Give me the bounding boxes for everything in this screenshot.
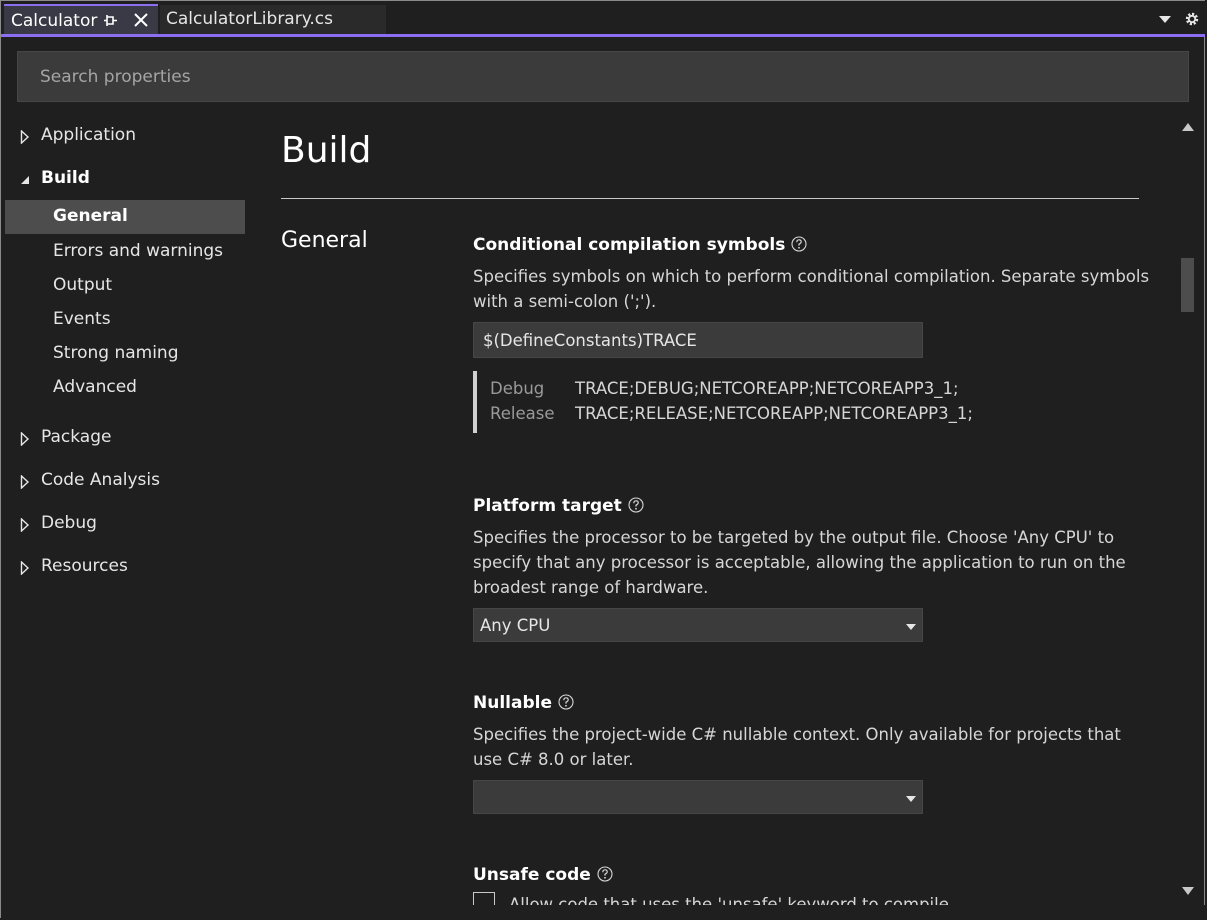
tab-label: CalculatorLibrary.cs xyxy=(166,9,333,29)
dropdown-value: Any CPU xyxy=(480,616,551,635)
help-icon[interactable] xyxy=(597,866,613,882)
sidebar-item-label: Build xyxy=(41,168,90,188)
sidebar-item-label: General xyxy=(53,206,128,226)
sidebar-item-application[interactable]: Application xyxy=(0,119,245,153)
scrollbar-thumb[interactable] xyxy=(1181,258,1194,312)
property-title-text: Unsafe code xyxy=(473,865,591,885)
sidebar-item-events[interactable]: Events xyxy=(5,303,245,337)
conditional-symbols-description: Specifies symbols on which to perform co… xyxy=(473,267,1150,311)
search-box[interactable] xyxy=(17,51,1189,102)
platform-target-dropdown[interactable]: Any CPU xyxy=(473,608,923,642)
sidebar-item-errors-and-warnings[interactable]: Errors and warnings xyxy=(5,235,245,269)
close-icon[interactable] xyxy=(132,11,150,29)
collapse-arrow-icon[interactable] xyxy=(20,173,30,187)
sidebar-item-label: Debug xyxy=(41,513,97,533)
page-title: Build xyxy=(281,130,372,171)
nullable-description: Specifies the project-wide C# nullable c… xyxy=(473,725,1121,769)
help-icon[interactable] xyxy=(558,694,574,710)
config-label-release: Release xyxy=(490,404,555,423)
help-icon[interactable] xyxy=(628,497,644,513)
evaluated-values: Debug TRACE;DEBUG;NETCOREAPP;NETCOREAPP3… xyxy=(473,371,1077,433)
sidebar-item-label: Package xyxy=(41,427,112,447)
scroll-up-arrow-icon[interactable] xyxy=(1181,122,1195,132)
sidebar-item-advanced[interactable]: Advanced xyxy=(5,371,245,405)
panel-bottom-edge xyxy=(1,905,1205,918)
section-label: General xyxy=(281,228,368,253)
sidebar-item-label: Application xyxy=(41,125,136,145)
config-label-debug: Debug xyxy=(490,379,545,398)
chevron-down-icon xyxy=(906,796,916,802)
sidebar-item-label: Events xyxy=(53,309,111,329)
sidebar-item-output[interactable]: Output xyxy=(5,269,245,303)
unsafe-code-title: Unsafe code xyxy=(473,865,613,885)
title-divider xyxy=(281,198,1139,199)
expand-arrow-icon[interactable] xyxy=(20,518,30,532)
sidebar-item-label: Code Analysis xyxy=(41,470,160,490)
property-title-text: Conditional compilation symbols xyxy=(473,235,786,255)
sidebar-item-package[interactable]: Package xyxy=(0,421,245,455)
sidebar-item-general[interactable]: General xyxy=(5,200,245,234)
nullable-title: Nullable xyxy=(473,693,574,713)
sidebar-item-label: Resources xyxy=(41,556,128,576)
sidebar-item-strong-naming[interactable]: Strong naming xyxy=(5,337,245,371)
tab-calculator[interactable]: Calculator xyxy=(4,4,158,35)
expand-arrow-icon[interactable] xyxy=(20,130,30,144)
config-value-debug: TRACE;DEBUG;NETCOREAPP;NETCOREAPP3_1; xyxy=(575,379,959,398)
conditional-symbols-title: Conditional compilation symbols xyxy=(473,235,807,255)
input-value: $(DefineConstants)TRACE xyxy=(483,331,697,350)
sidebar-item-label: Errors and warnings xyxy=(53,241,224,261)
config-value-release: TRACE;RELEASE;NETCOREAPP;NETCOREAPP3_1; xyxy=(575,404,973,423)
sidebar-item-code-analysis[interactable]: Code Analysis xyxy=(0,464,245,498)
search-input[interactable] xyxy=(18,52,1188,101)
gear-icon[interactable] xyxy=(1183,10,1201,28)
sidebar-item-resources[interactable]: Resources xyxy=(0,550,245,584)
conditional-symbols-input[interactable]: $(DefineConstants)TRACE xyxy=(473,322,923,358)
sidebar-item-debug[interactable]: Debug xyxy=(0,507,245,541)
expand-arrow-icon[interactable] xyxy=(20,561,30,575)
nullable-dropdown[interactable] xyxy=(473,780,923,814)
property-title-text: Nullable xyxy=(473,693,552,713)
tab-calculatorlibrary[interactable]: CalculatorLibrary.cs xyxy=(160,5,386,34)
sidebar-item-label: Output xyxy=(53,275,113,295)
chevron-down-icon xyxy=(906,624,916,630)
sidebar-item-label: Strong naming xyxy=(53,343,179,363)
pin-icon[interactable] xyxy=(104,13,118,29)
expand-arrow-icon[interactable] xyxy=(20,475,30,489)
sidebar-item-label: Advanced xyxy=(53,377,137,397)
scroll-down-arrow-icon[interactable] xyxy=(1181,886,1195,896)
platform-target-description: Specifies the processor to be targeted b… xyxy=(473,528,1126,597)
chevron-down-icon[interactable] xyxy=(1158,14,1172,24)
tab-label: Calculator xyxy=(11,11,98,31)
help-icon[interactable] xyxy=(791,236,807,252)
platform-target-title: Platform target xyxy=(473,496,644,516)
vertical-scrollbar[interactable] xyxy=(1175,113,1203,905)
sidebar-item-build[interactable]: Build xyxy=(0,162,245,196)
property-title-text: Platform target xyxy=(473,496,622,516)
tab-accent-line xyxy=(1,34,1205,37)
expand-arrow-icon[interactable] xyxy=(20,432,30,446)
